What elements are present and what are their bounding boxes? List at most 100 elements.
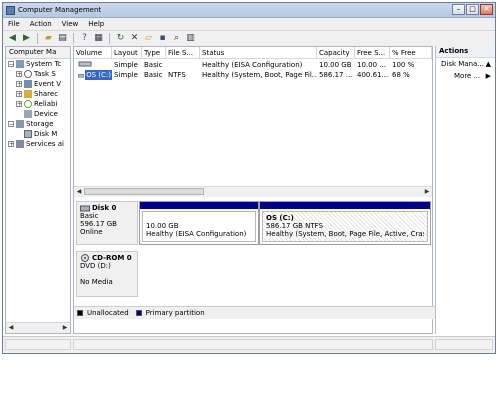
shared-folder-icon bbox=[24, 90, 32, 98]
scroll-right-icon[interactable]: ▶ bbox=[61, 324, 69, 332]
collapse-icon[interactable]: − bbox=[8, 61, 14, 68]
collapse-arrow-icon[interactable]: ▲ bbox=[486, 58, 491, 70]
collapse-icon[interactable]: − bbox=[8, 121, 14, 128]
toolbar-separator bbox=[37, 33, 38, 44]
tree-item-label: Services ai bbox=[26, 140, 64, 148]
action-label: More ... bbox=[454, 72, 481, 80]
scroll-left-icon[interactable]: ◀ bbox=[75, 188, 83, 196]
maximize-button[interactable]: □ bbox=[466, 4, 479, 15]
help-icon[interactable]: ? bbox=[79, 33, 90, 44]
action-label: Disk Mana... bbox=[441, 60, 484, 68]
volume-list-horizontal-scrollbar[interactable]: ◀ ▶ bbox=[74, 186, 432, 197]
cell-free-space: 400.61... bbox=[357, 71, 389, 79]
tree-item-device-manager[interactable]: Device bbox=[6, 109, 70, 119]
tree-item-event-viewer[interactable]: + Event V bbox=[6, 79, 70, 89]
scroll-left-icon[interactable]: ◀ bbox=[7, 324, 15, 332]
action-disk-management[interactable]: Disk Mana... ▲ bbox=[436, 58, 495, 70]
menu-view[interactable]: View bbox=[62, 20, 79, 28]
expand-icon[interactable]: + bbox=[16, 81, 22, 88]
tree-item-disk-management[interactable]: Disk M bbox=[6, 129, 70, 139]
services-icon bbox=[16, 140, 24, 148]
cell-volume: OS (C:) bbox=[76, 70, 112, 80]
back-arrow-icon[interactable]: ◀ bbox=[7, 33, 18, 44]
tree-item-label: Device bbox=[34, 110, 58, 118]
action-more[interactable]: More ... ▶ bbox=[436, 70, 495, 82]
expand-icon[interactable]: + bbox=[16, 91, 22, 98]
column-free-space[interactable]: Free S... bbox=[355, 47, 390, 59]
column-volume[interactable]: Volume bbox=[74, 47, 112, 59]
save-icon[interactable]: ▪ bbox=[157, 33, 168, 44]
column-status[interactable]: Status bbox=[200, 47, 317, 59]
tree-horizontal-scrollbar[interactable]: ◀ ▶ bbox=[6, 322, 70, 333]
delete-icon[interactable]: ✕ bbox=[129, 33, 140, 44]
disk-0-label[interactable]: Disk 0 Basic 596.17 GB Online bbox=[76, 201, 138, 245]
scrollbar-thumb[interactable] bbox=[84, 188, 204, 195]
tree-item-shared-folders[interactable]: + Sharec bbox=[6, 89, 70, 99]
cell-volume-name: OS (C:) bbox=[85, 70, 112, 80]
tree-item-label: System Tc bbox=[26, 60, 62, 68]
disk-graphical-view: Disk 0 Basic 596.17 GB Online 10.00 GB H… bbox=[74, 201, 435, 319]
disk-state: No Media bbox=[80, 278, 113, 286]
tree-item-task-scheduler[interactable]: + Task S bbox=[6, 69, 70, 79]
tree-item-label: Storage bbox=[26, 120, 54, 128]
disk-icon bbox=[24, 130, 32, 138]
partition-body: OS (C:) 586.17 GB NTFS Healthy (System, … bbox=[262, 211, 428, 242]
disk-management-pane: Volume Layout Type File S... Status Capa… bbox=[73, 46, 435, 334]
properties-icon[interactable]: ▦ bbox=[93, 33, 104, 44]
minimize-button[interactable]: – bbox=[452, 4, 465, 15]
search-icon[interactable]: ⌕ bbox=[171, 33, 182, 44]
submenu-arrow-icon: ▶ bbox=[485, 72, 491, 80]
menu-action[interactable]: Action bbox=[30, 20, 52, 28]
tree-root-label: Computer Ma bbox=[9, 48, 57, 56]
storage-icon bbox=[16, 120, 24, 128]
open-folder-icon[interactable]: ▱ bbox=[143, 33, 154, 44]
status-cell bbox=[5, 339, 71, 350]
partition-color-bar bbox=[260, 202, 430, 209]
scroll-right-icon[interactable]: ▶ bbox=[423, 188, 431, 196]
show-hide-tree-icon[interactable]: ▤ bbox=[57, 33, 68, 44]
expand-icon[interactable]: + bbox=[8, 141, 14, 148]
export-list-icon[interactable]: ▥ bbox=[185, 33, 196, 44]
column-layout[interactable]: Layout bbox=[112, 47, 142, 59]
tree-root[interactable]: Computer Ma bbox=[6, 47, 70, 59]
tree-item-system-tools[interactable]: − System Tc bbox=[6, 59, 70, 69]
cell-file-system bbox=[166, 60, 200, 70]
up-folder-icon[interactable]: ▰ bbox=[43, 33, 54, 44]
window-title: Computer Management bbox=[18, 6, 102, 14]
status-bar bbox=[3, 336, 495, 353]
partition-color-bar bbox=[140, 202, 258, 209]
disk-name: CD-ROM 0 bbox=[92, 254, 132, 262]
expand-icon[interactable]: + bbox=[16, 71, 22, 78]
forward-arrow-icon[interactable]: ▶ bbox=[21, 33, 32, 44]
console-tree: Computer Ma − System Tc + Task S + Event… bbox=[5, 46, 71, 334]
expand-icon[interactable]: + bbox=[16, 101, 22, 108]
disk-state: Online bbox=[80, 228, 103, 236]
disk-name: Disk 0 bbox=[92, 204, 117, 212]
tree-item-services[interactable]: + Services ai bbox=[6, 139, 70, 149]
column-capacity[interactable]: Capacity bbox=[317, 47, 355, 59]
cd-rom-0-label[interactable]: CD-ROM 0 DVD (D:) No Media bbox=[76, 251, 138, 297]
column-file-system[interactable]: File S... bbox=[166, 47, 200, 59]
actions-pane: Actions Disk Mana... ▲ More ... ▶ bbox=[435, 46, 495, 334]
column-type[interactable]: Type bbox=[142, 47, 166, 59]
toolbar: ◀ ▶ ▰ ▤ ? ▦ ↻ ✕ ▱ ▪ ⌕ ▥ bbox=[3, 31, 495, 47]
tree-item-reliability[interactable]: + Reliabi bbox=[6, 99, 70, 109]
menu-file[interactable]: File bbox=[8, 20, 20, 28]
tree-item-storage[interactable]: − Storage bbox=[6, 119, 70, 129]
tree-item-label: Sharec bbox=[34, 90, 59, 98]
partition-size: 10.00 GB bbox=[146, 222, 179, 230]
column-percent-free[interactable]: % Free bbox=[390, 47, 432, 59]
cell-capacity: 10.00 GB bbox=[319, 61, 352, 69]
event-viewer-icon bbox=[24, 80, 32, 88]
actions-header: Actions bbox=[436, 46, 495, 58]
legend-swatch-unallocated bbox=[77, 310, 83, 316]
refresh-icon[interactable]: ↻ bbox=[115, 33, 126, 44]
menu-help[interactable]: Help bbox=[88, 20, 104, 28]
partition-name bbox=[146, 214, 252, 222]
partition-eisa[interactable]: 10.00 GB Healthy (EISA Configuration) bbox=[139, 201, 259, 245]
close-button[interactable]: ✕ bbox=[480, 4, 493, 15]
computer-management-window: Computer Management – □ ✕ File Action Vi… bbox=[2, 2, 496, 354]
partition-os-c[interactable]: OS (C:) 586.17 GB NTFS Healthy (System, … bbox=[259, 201, 431, 245]
menu-bar: File Action View Help bbox=[3, 18, 495, 31]
console-workarea: Computer Ma − System Tc + Task S + Event… bbox=[3, 46, 495, 336]
